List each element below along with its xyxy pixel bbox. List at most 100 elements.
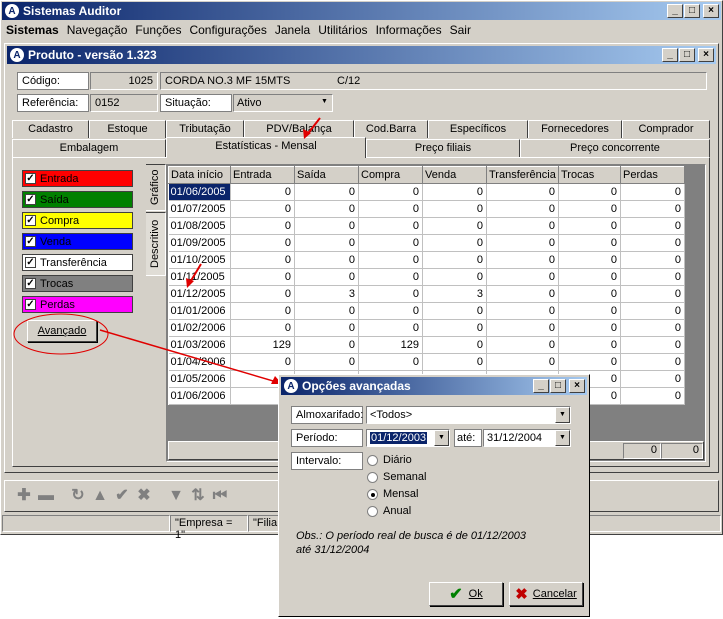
table-cell[interactable]: 0 — [358, 319, 423, 337]
checkbox-checked-icon[interactable]: ✓ — [25, 173, 36, 184]
avancado-button[interactable]: Avançado — [27, 320, 97, 342]
table-cell[interactable]: 01/06/2006 — [168, 387, 231, 405]
chevron-down-icon[interactable]: ▼ — [317, 95, 332, 111]
ok-button[interactable]: ✔ Ok — [429, 582, 503, 606]
table-cell[interactable]: 0 — [486, 302, 559, 320]
radio-semanal[interactable]: Semanal — [367, 469, 426, 486]
grid-header-cell[interactable]: Entrada — [230, 166, 295, 184]
table-cell[interactable]: 0 — [294, 319, 359, 337]
table-cell[interactable]: 0 — [230, 268, 295, 286]
table-cell[interactable]: 0 — [558, 251, 621, 269]
table-cell[interactable]: 0 — [230, 234, 295, 252]
table-cell[interactable]: 0 — [230, 251, 295, 269]
table-cell[interactable]: 01/02/2006 — [168, 319, 231, 337]
table-cell[interactable]: 01/10/2005 — [168, 251, 231, 269]
legend-venda[interactable]: ✓ Venda — [22, 233, 133, 250]
table-row[interactable]: 01/06/2005 0 0 0 0 0 0 0 — [168, 183, 685, 201]
situacao-select[interactable]: Ativo ▼ — [233, 94, 333, 112]
table-row[interactable]: 01/02/2006 0 0 0 0 0 0 0 — [168, 319, 685, 337]
checkbox-checked-icon[interactable]: ✓ — [25, 299, 36, 310]
table-cell[interactable]: 0 — [358, 285, 423, 303]
table-cell[interactable]: 0 — [558, 200, 621, 218]
grid-header-cell[interactable]: Trocas — [558, 166, 621, 184]
legend-entrada[interactable]: ✓ Entrada — [22, 170, 133, 187]
table-cell[interactable]: 0 — [294, 183, 359, 201]
minimize-button[interactable]: _ — [667, 4, 683, 18]
table-cell[interactable]: 0 — [422, 319, 487, 337]
table-cell[interactable]: 0 — [486, 183, 559, 201]
table-cell[interactable]: 3 — [294, 285, 359, 303]
close-button[interactable]: × — [703, 4, 719, 18]
dialog-close-button[interactable]: × — [569, 379, 585, 393]
table-cell[interactable]: 0 — [422, 336, 487, 354]
table-cell[interactable]: 0 — [358, 183, 423, 201]
radio-diario[interactable]: Diário — [367, 452, 426, 469]
table-cell[interactable]: 0 — [486, 319, 559, 337]
table-cell[interactable]: 0 — [620, 200, 685, 218]
checkbox-checked-icon[interactable]: ✓ — [25, 194, 36, 205]
periodo-to-select[interactable]: 31/12/2004 ▼ — [483, 429, 571, 447]
tab-estatisticas-mensal[interactable]: Estatísticas - Mensal — [166, 137, 366, 158]
cancelar-button[interactable]: ✖ Cancelar — [509, 582, 583, 606]
table-cell[interactable]: 0 — [486, 353, 559, 371]
table-cell[interactable]: 0 — [486, 268, 559, 286]
table-cell[interactable]: 0 — [620, 302, 685, 320]
grid-header-cell[interactable]: Transferência — [486, 166, 559, 184]
tab-tributacao[interactable]: Tributação — [166, 120, 244, 138]
table-cell[interactable]: 3 — [422, 285, 487, 303]
table-cell[interactable]: 0 — [486, 217, 559, 235]
table-cell[interactable]: 0 — [294, 302, 359, 320]
table-cell[interactable]: 0 — [294, 234, 359, 252]
table-row[interactable]: 01/07/2005 0 0 0 0 0 0 0 — [168, 200, 685, 218]
table-cell[interactable]: 0 — [230, 302, 295, 320]
menu-sair[interactable]: Sair — [450, 23, 471, 37]
table-cell[interactable]: 0 — [294, 217, 359, 235]
tab-cadastro[interactable]: Cadastro — [12, 120, 89, 138]
menu-configuracoes[interactable]: Configurações — [189, 23, 266, 37]
tab-grafico[interactable]: Gráfico — [146, 164, 166, 211]
table-row[interactable]: 01/09/2005 0 0 0 0 0 0 0 — [168, 234, 685, 252]
table-cell[interactable]: 0 — [558, 268, 621, 286]
table-cell[interactable]: 01/04/2006 — [168, 353, 231, 371]
radio-on-icon[interactable] — [367, 488, 378, 500]
table-cell[interactable]: 0 — [620, 319, 685, 337]
table-cell[interactable]: 0 — [422, 200, 487, 218]
grid-header-cell[interactable]: Perdas — [620, 166, 685, 184]
codigo-field[interactable]: 1025 — [90, 72, 158, 90]
produto-maximize-button[interactable]: □ — [679, 48, 695, 62]
table-row[interactable]: 01/11/2005 0 0 0 0 0 0 0 — [168, 268, 685, 286]
table-cell[interactable]: 0 — [558, 285, 621, 303]
checkbox-checked-icon[interactable]: ✓ — [25, 257, 36, 268]
chevron-down-icon[interactable]: ▼ — [555, 407, 570, 423]
menu-sistemas[interactable]: Sistemas — [6, 23, 59, 37]
table-cell[interactable]: 01/07/2005 — [168, 200, 231, 218]
table-cell[interactable]: 0 — [620, 217, 685, 235]
table-cell[interactable]: 0 — [486, 336, 559, 354]
menu-janela[interactable]: Janela — [275, 23, 310, 37]
radio-off-icon[interactable] — [367, 454, 378, 466]
legend-trocas[interactable]: ✓ Trocas — [22, 275, 133, 292]
tab-embalagem[interactable]: Embalagem — [12, 139, 166, 157]
table-cell[interactable]: 0 — [422, 217, 487, 235]
table-cell[interactable]: 0 — [230, 217, 295, 235]
table-cell[interactable]: 0 — [358, 353, 423, 371]
table-cell[interactable]: 0 — [486, 251, 559, 269]
triangle-up-icon[interactable]: ▲ — [91, 487, 109, 505]
table-cell[interactable]: 0 — [558, 183, 621, 201]
table-cell[interactable]: 0 — [294, 200, 359, 218]
grid-header-cell[interactable]: Saída — [294, 166, 359, 184]
table-cell[interactable]: 0 — [620, 336, 685, 354]
menu-utilitarios[interactable]: Utilitários — [318, 23, 367, 37]
produto-close-button[interactable]: × — [698, 48, 714, 62]
table-cell[interactable]: 0 — [486, 285, 559, 303]
descricao-field[interactable]: CORDA NO.3 MF 15MTS C/12 — [160, 72, 707, 90]
table-row[interactable]: 01/01/2006 0 0 0 0 0 0 0 — [168, 302, 685, 320]
table-cell[interactable]: 0 — [486, 234, 559, 252]
table-cell[interactable]: 0 — [230, 285, 295, 303]
menu-navegacao[interactable]: Navegação — [67, 23, 128, 37]
menu-informacoes[interactable]: Informações — [376, 23, 442, 37]
periodo-from-select[interactable]: 01/12/2003 ▼ — [366, 429, 450, 447]
table-cell[interactable]: 0 — [230, 319, 295, 337]
table-cell[interactable]: 0 — [358, 302, 423, 320]
legend-transferencia[interactable]: ✓ Transferência — [22, 254, 133, 271]
